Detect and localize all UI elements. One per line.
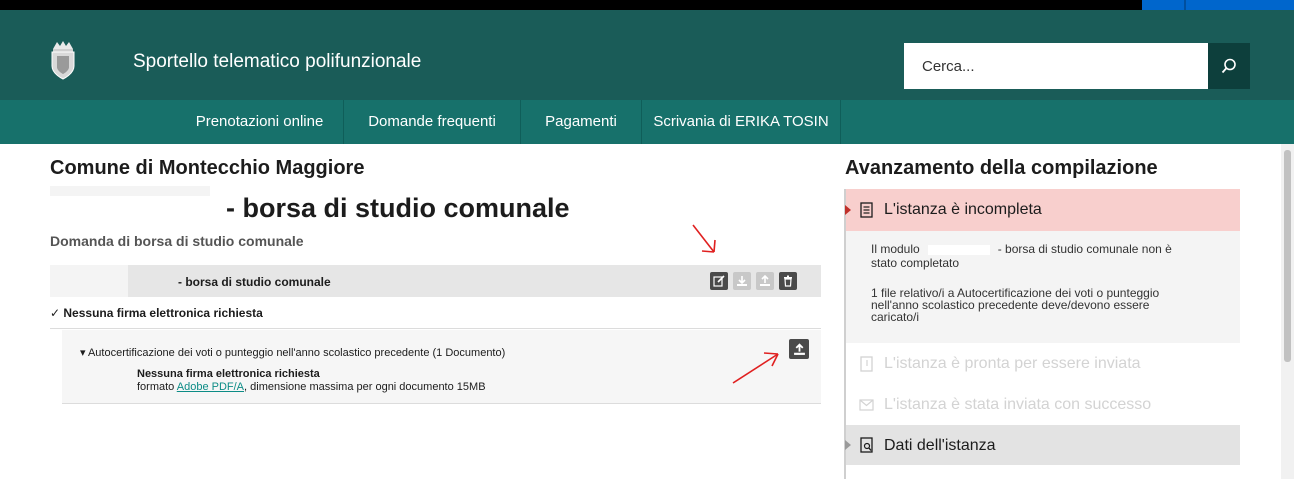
avanzamento-title: Avanzamento della compilazione <box>845 157 1158 179</box>
municipality-crest-icon[interactable] <box>49 40 77 80</box>
formato-prefix: formato <box>137 381 177 393</box>
message-file-line2: nell'anno scolastico precedente deve/dev… <box>871 298 1150 312</box>
ente-title: Comune di Montecchio Maggiore <box>50 157 365 179</box>
delete-document-button[interactable] <box>779 272 797 290</box>
envelope-icon <box>859 399 874 411</box>
message-modulo: Il modulo - borsa di studio comunale non … <box>871 243 1211 255</box>
collapsed-marker <box>845 440 851 450</box>
annotation-arrow-up <box>732 352 779 384</box>
ready-document-icon <box>860 356 873 372</box>
main-nav: Prenotazioni online Domande frequenti Pa… <box>0 100 1294 144</box>
upload-allegato-button[interactable] <box>789 339 809 359</box>
download-document-button[interactable] <box>733 272 751 290</box>
message-modulo-suffix: - borsa di studio comunale non è <box>997 242 1172 256</box>
top-bar <box>0 0 1294 10</box>
formato-suffix: , dimensione massima per ogni documento … <box>244 381 486 393</box>
allegato-title[interactable]: ▾ Autocertificazione dei voti o punteggi… <box>80 346 505 359</box>
nav-pagamenti[interactable]: Pagamenti <box>521 100 641 144</box>
status-ready[interactable]: L'istanza è pronta per essere inviata <box>884 355 1141 373</box>
firma-status: ✓ Nessuna firma elettronica richiesta <box>50 306 263 320</box>
message-modulo-prefix: Il modulo <box>871 242 920 256</box>
avanzamento-panel: L'istanza è incompleta Il modulo - borsa … <box>844 189 1240 479</box>
redacted-area <box>50 265 128 297</box>
message-modulo-line2: stato completato <box>871 256 960 270</box>
dati-istanza[interactable]: Dati dell'istanza <box>845 425 1240 465</box>
search-placeholder: Cerca... <box>922 58 975 75</box>
site-title[interactable]: Sportello telematico polifunzionale <box>133 51 421 73</box>
message-file-line3: caricato/i <box>871 310 920 324</box>
active-marker <box>845 205 851 215</box>
top-bar-divider <box>1184 0 1186 10</box>
scrollbar-thumb[interactable] <box>1284 150 1291 362</box>
status-incomplete[interactable]: L'istanza è incompleta <box>845 189 1240 231</box>
nav-divider <box>840 100 841 144</box>
search-icon <box>1221 58 1236 74</box>
document-header-title: - borsa di studio comunale <box>178 275 331 289</box>
document-icon <box>860 202 873 218</box>
status-incomplete-label: L'istanza è incompleta <box>884 201 1042 218</box>
allegato-formato: formato Adobe PDF/A, dimensione massima … <box>137 381 486 393</box>
upload-signed-button[interactable] <box>756 272 774 290</box>
upload-icon <box>793 342 805 355</box>
edit-document-button[interactable] <box>710 272 728 290</box>
nav-scrivania[interactable]: Scrivania di ERIKA TOSIN <box>642 100 840 144</box>
trash-icon <box>784 275 792 287</box>
search-button[interactable] <box>1208 43 1250 89</box>
dati-istanza-label: Dati dell'istanza <box>884 437 996 454</box>
redacted-area <box>927 244 990 255</box>
annotation-arrow-down <box>692 224 716 253</box>
redacted-area <box>50 186 210 196</box>
search-input[interactable]: Cerca... <box>904 43 1208 89</box>
status-messages: Il modulo - borsa di studio comunale non … <box>846 231 1240 343</box>
modulo-title: - borsa di studio comunale <box>226 193 570 223</box>
top-bar-login-area[interactable] <box>1142 0 1294 10</box>
allegato-firma: Nessuna firma elettronica richiesta <box>137 368 320 380</box>
document-header: - borsa di studio comunale <box>50 265 821 297</box>
upload-icon <box>760 275 770 286</box>
download-icon <box>737 276 747 286</box>
adobe-pdfa-link[interactable]: Adobe PDF/A <box>177 381 244 393</box>
search-document-icon <box>860 437 873 453</box>
status-sent[interactable]: L'istanza è stata inviata con successo <box>884 396 1151 414</box>
modulo-subtitle: Domanda di borsa di studio comunale <box>50 233 304 249</box>
firma-row: ✓ Nessuna firma elettronica richiesta <box>50 297 821 329</box>
page-scrollbar[interactable] <box>1281 144 1294 479</box>
nav-domande-frequenti[interactable]: Domande frequenti <box>344 100 520 144</box>
nav-prenotazioni[interactable]: Prenotazioni online <box>176 100 343 144</box>
edit-icon <box>713 275 725 287</box>
allegato-block: ▾ Autocertificazione dei voti o punteggi… <box>62 330 821 404</box>
